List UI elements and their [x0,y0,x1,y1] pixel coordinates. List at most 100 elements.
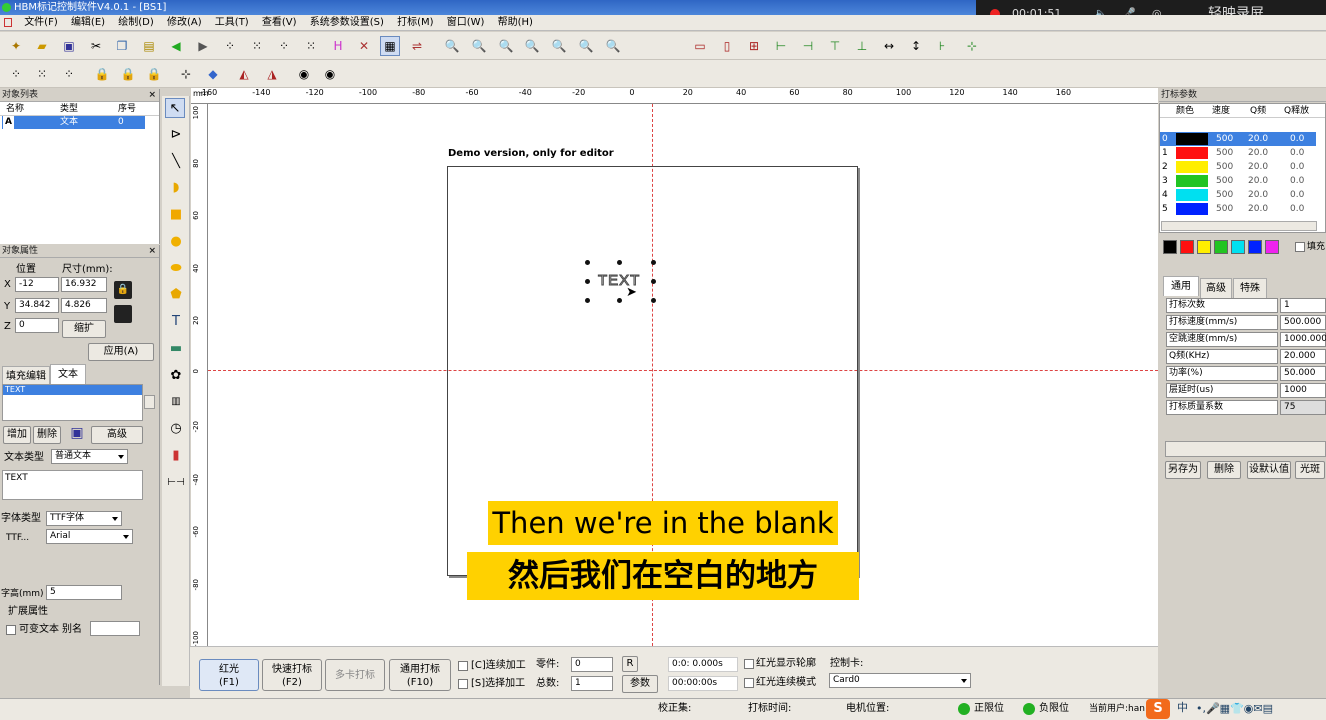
z-field[interactable]: 0 [15,318,59,333]
unlock-icon[interactable]: 🔒 [118,64,138,84]
param-value-field[interactable]: 20.000 [1280,349,1326,364]
advanced-button[interactable]: 高级 [91,426,143,444]
pen-color-swatch[interactable] [1176,161,1208,173]
zoom-out-icon[interactable]: 🔍 [522,36,542,56]
image-icon[interactable]: ▬ [166,339,186,359]
anchor-icon[interactable] [114,305,132,323]
fill-icon[interactable]: ◆ [203,64,223,84]
color-swatch[interactable] [1231,240,1245,254]
text-type-select[interactable]: 普通文本 [51,449,128,464]
card-select[interactable]: Card0 [829,673,971,688]
menu-system-params[interactable]: 系统参数设置(S) [305,15,389,31]
spot-button[interactable]: 光斑 [1295,461,1325,479]
node-delete-icon[interactable]: ⁘ [274,36,294,56]
zoom-all-icon[interactable]: 🔍 [549,36,569,56]
delete-button[interactable]: 删除 [33,426,61,444]
menu-mark[interactable]: 打标(M) [392,15,438,31]
pen-color-swatch[interactable] [1176,203,1208,215]
node-add-icon[interactable]: ⁙ [247,36,267,56]
red-continuous-checkbox[interactable] [744,678,754,688]
h-tool-icon[interactable]: H [328,36,348,56]
barcode-icon[interactable]: ▥ [166,392,186,412]
variable-text-checkbox[interactable] [6,625,16,635]
text-list[interactable]: TEXT [2,384,143,421]
clock-icon[interactable]: ◷ [166,419,186,439]
resize-handle[interactable] [617,260,622,265]
resize-handle[interactable] [651,260,656,265]
group-icon[interactable]: ⁘ [6,64,26,84]
font-type-select[interactable]: TTF字体 [46,511,122,526]
polygon-icon[interactable]: ⬟ [166,285,186,305]
pen-color-swatch[interactable] [1176,147,1208,159]
rectangle-icon[interactable]: ■ [166,205,186,225]
total-field[interactable]: 1 [571,676,613,691]
align-left-icon[interactable]: ⊢ [771,36,791,56]
zoom-icon[interactable]: 🔍 [442,36,462,56]
menu-edit[interactable]: 编辑(E) [66,15,110,31]
continuous-checkbox[interactable] [458,661,468,671]
close-icon[interactable]: × [148,245,156,258]
lock-all-icon[interactable]: 🔒 [144,64,164,84]
color-swatch[interactable] [1197,240,1211,254]
pen-color-swatch[interactable] [1176,175,1208,187]
resize-handle[interactable] [651,279,656,284]
tab-fill-edit[interactable]: 填充编辑 [2,366,50,386]
pick-point-icon[interactable]: ⊹ [176,64,196,84]
zoom-fit-icon[interactable]: 🔍 [496,36,516,56]
add-button[interactable]: 增加 [3,426,31,444]
resize-handle[interactable] [585,260,590,265]
align-top-icon[interactable]: ⊤ [825,36,845,56]
menu-window[interactable]: 窗口(W) [442,15,490,31]
multi-card-button[interactable]: 多卡打标 [325,659,385,691]
same-height-icon[interactable]: ↕ [906,36,926,56]
pen-row[interactable]: 2 500 20.0 0.0 [1160,160,1316,174]
open-icon[interactable]: ▰ [32,36,52,56]
same-width-icon[interactable]: ↔ [879,36,899,56]
menu-help[interactable]: 帮助(H) [493,15,538,31]
hide-icon[interactable]: ◉ [320,64,340,84]
reset-count-button[interactable]: R [622,656,638,672]
param-value-field[interactable]: 1 [1280,298,1326,313]
red-light-button[interactable]: 红光 (F1) [199,659,259,691]
lock-icon[interactable]: 🔒 [92,64,112,84]
text-content-input[interactable]: TEXT [2,470,143,500]
tab-general[interactable]: 通用 [1163,276,1199,296]
text-list-item[interactable]: TEXT [3,385,142,395]
pen-table-hscroll[interactable] [1161,221,1317,231]
circle-icon[interactable]: ● [166,232,186,252]
color-swatch[interactable] [1248,240,1262,254]
param-value-field[interactable]: 75 [1280,400,1326,415]
resize-handle[interactable] [651,298,656,303]
save-icon[interactable]: ▣ [68,425,86,445]
alias-field[interactable] [90,621,140,636]
param-value-field[interactable]: 500.000 [1280,315,1326,330]
resize-handle[interactable] [617,298,622,303]
cut-icon[interactable]: ✂ [86,36,106,56]
selected-text-object[interactable]: TEXT ➤ [585,260,656,303]
zoom-page-icon[interactable]: 🔍 [603,36,623,56]
paste-icon[interactable]: ▤ [139,36,159,56]
delay-icon[interactable]: ⊢⊣ [166,473,186,493]
scrollbar[interactable] [144,395,155,409]
lock-ratio-icon[interactable]: 🔒 [114,281,132,299]
input-port-icon[interactable]: ▮ [166,446,186,466]
copy-icon[interactable]: ❐ [112,36,132,56]
general-mark-button[interactable]: 通用打标 (F10) [389,659,451,691]
color-swatch[interactable] [1180,240,1194,254]
menu-modify[interactable]: 修改(A) [162,15,207,31]
align-vcenter-icon[interactable]: ▯ [717,36,737,56]
color-swatch[interactable] [1214,240,1228,254]
tab-advanced[interactable]: 高级 [1200,278,1232,298]
text-tool-icon[interactable]: T [166,312,186,332]
fast-mark-button[interactable]: 快速打标 (F2) [262,659,322,691]
line-icon[interactable]: ╲ [166,152,186,172]
align-center-icon[interactable]: ⊞ [744,36,764,56]
curve-icon[interactable]: ◗ [166,178,186,198]
node-select-icon[interactable]: ⊳ [166,125,186,145]
pen-row[interactable]: 5 500 20.0 0.0 [1160,202,1316,216]
ungroup-icon[interactable]: ⁙ [32,64,52,84]
combine-icon[interactable]: ⁘ [59,64,79,84]
set-default-button[interactable]: 设默认值 [1247,461,1291,479]
color-swatch[interactable] [1265,240,1279,254]
select-process-checkbox[interactable] [458,679,468,689]
